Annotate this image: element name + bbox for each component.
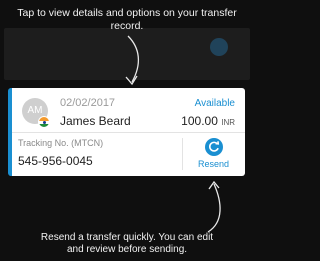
transfer-date: 02/02/2017 — [60, 97, 116, 109]
resend-label: Resend — [197, 159, 230, 169]
resend-hint-line1: Resend a transfer quickly. You can edit — [40, 232, 214, 243]
hint-arrow-down-icon — [125, 35, 139, 86]
hint-arrow-up-icon — [207, 180, 221, 233]
india-flag-icon — [38, 116, 50, 128]
tracking-label: Tracking No. (MTCN) — [18, 138, 104, 148]
tracking-number: 545-956-0045 — [18, 154, 93, 168]
resend-hint-line2: and review before sending. — [66, 244, 188, 255]
status-badge: Available — [194, 98, 235, 109]
background-resend-icon — [210, 38, 228, 56]
transfer-amount: 100.00 INR — [181, 114, 235, 128]
resend-button[interactable]: Resend — [184, 134, 243, 174]
card-vertical-divider — [182, 138, 183, 170]
amount-value: 100.00 — [181, 114, 218, 128]
transfer-record-card[interactable]: AM 02/02/2017 James Beard Available 100.… — [8, 88, 245, 176]
amount-currency: INR — [221, 118, 235, 127]
tap-record-hint: Tap to view details and options on your … — [0, 7, 254, 33]
recipient-name: James Beard — [60, 114, 131, 128]
tap-record-hint-line2: record. — [110, 20, 144, 32]
resend-hint: Resend a transfer quickly. You can edit … — [0, 232, 254, 256]
card-divider — [12, 132, 245, 133]
tap-record-hint-line1: Tap to view details and options on your … — [17, 7, 237, 19]
refresh-icon — [205, 138, 223, 156]
